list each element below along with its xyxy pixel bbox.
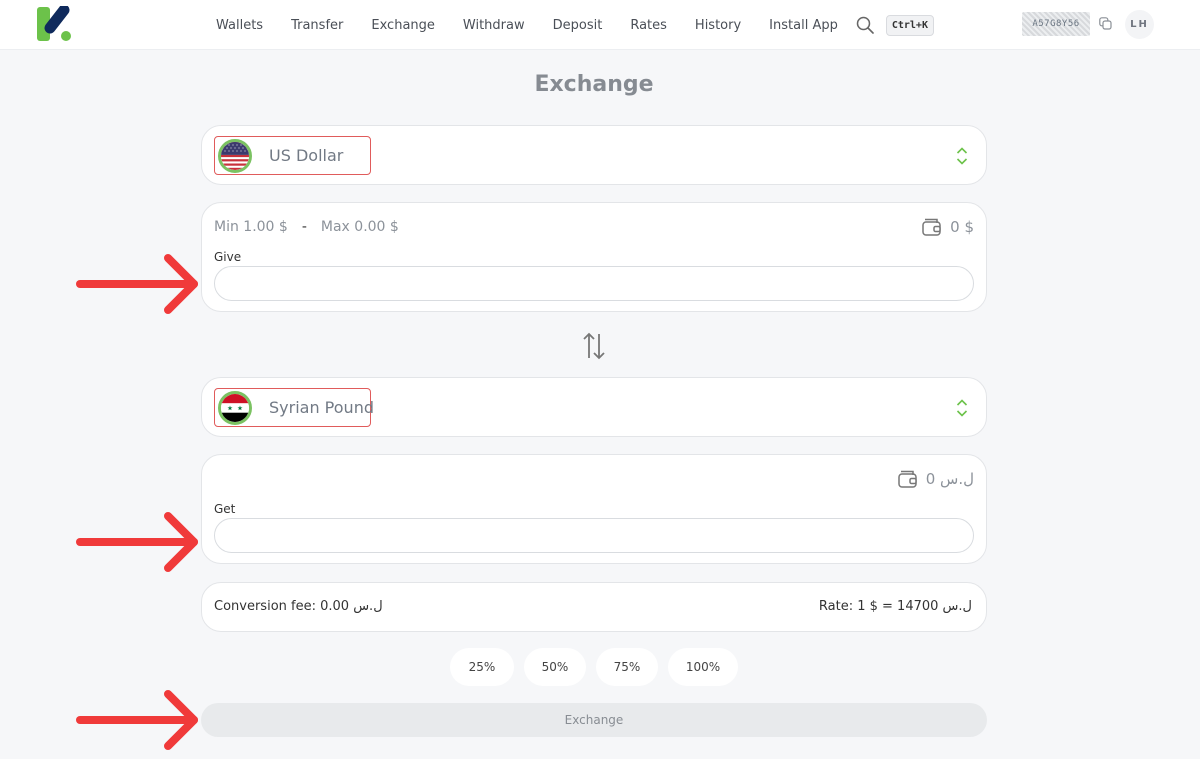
wallet-icon xyxy=(922,218,941,236)
to-currency-selector[interactable]: Syrian Pound xyxy=(201,377,987,437)
account-id: A57G8Y56 xyxy=(1022,12,1090,36)
percent-50-button[interactable]: 50% xyxy=(524,648,586,686)
us-flag-icon xyxy=(218,138,252,173)
copy-icon[interactable] xyxy=(1099,17,1112,30)
top-navigation-bar: Wallets Transfer Exchange Withdraw Depos… xyxy=(0,0,1200,50)
get-amount-input[interactable] xyxy=(214,518,974,553)
percent-100-button[interactable]: 100% xyxy=(668,648,738,686)
exchange-rate: Rate: 1 $ = 14700 ل.س xyxy=(818,599,972,614)
nav-install-app[interactable]: Install App xyxy=(769,18,838,33)
exchange-submit-button[interactable]: Exchange xyxy=(201,703,987,737)
nav-withdraw[interactable]: Withdraw xyxy=(463,18,525,33)
swap-direction-icon[interactable] xyxy=(582,332,606,360)
min-max-limits: Min 1.00 $ - Max 0.00 $ xyxy=(214,219,399,235)
conversion-fee: Conversion fee: 0.00 ل.س xyxy=(214,599,383,614)
to-currency-name: Syrian Pound xyxy=(269,398,374,417)
main-nav: Wallets Transfer Exchange Withdraw Depos… xyxy=(216,0,934,50)
min-limit: Min 1.00 $ xyxy=(214,219,288,235)
percent-25-button[interactable]: 25% xyxy=(450,648,514,686)
from-balance: 0 $ xyxy=(922,218,974,236)
nav-exchange[interactable]: Exchange xyxy=(371,18,435,33)
annotation-arrow-icon xyxy=(76,690,198,750)
from-currency-highlight: US Dollar xyxy=(214,136,371,175)
limit-separator: - xyxy=(301,219,307,235)
nav-transfer[interactable]: Transfer xyxy=(291,18,343,33)
chevron-up-down-icon xyxy=(956,147,968,165)
annotation-arrow-icon xyxy=(76,254,198,314)
from-currency-selector[interactable]: US Dollar xyxy=(201,125,987,185)
max-limit: Max 0.00 $ xyxy=(320,219,399,235)
nav-history[interactable]: History xyxy=(695,18,741,33)
nav-wallets[interactable]: Wallets xyxy=(216,18,263,33)
from-balance-value: 0 $ xyxy=(950,218,974,236)
give-label: Give xyxy=(214,250,242,264)
get-label: Get xyxy=(214,502,236,516)
give-amount-card: Min 1.00 $ - Max 0.00 $ 0 $ Give xyxy=(201,202,987,312)
to-balance-value: ل.س 0 xyxy=(925,470,974,488)
percent-buttons: 25% 50% 75% 100% xyxy=(0,648,1188,686)
wallet-icon xyxy=(897,470,917,488)
from-currency-name: US Dollar xyxy=(269,146,344,165)
app-logo[interactable] xyxy=(36,6,74,42)
syria-flag-icon xyxy=(218,390,252,425)
annotation-arrow-icon xyxy=(76,512,198,572)
nav-deposit[interactable]: Deposit xyxy=(553,18,603,33)
conversion-info-card: Conversion fee: 0.00 ل.س Rate: 1 $ = 147… xyxy=(201,582,987,632)
get-amount-card: ل.س 0 Get xyxy=(201,454,987,564)
search-shortcut-hint[interactable]: Ctrl+K xyxy=(885,14,934,36)
user-avatar[interactable]: LH xyxy=(1125,10,1154,39)
percent-75-button[interactable]: 75% xyxy=(596,648,658,686)
nav-rates[interactable]: Rates xyxy=(630,18,667,33)
page-title: Exchange xyxy=(534,72,654,97)
give-amount-input[interactable] xyxy=(214,266,974,301)
to-currency-highlight: Syrian Pound xyxy=(214,388,374,427)
search-icon[interactable] xyxy=(856,16,874,34)
chevron-up-down-icon xyxy=(956,399,968,417)
to-balance: ل.س 0 xyxy=(897,470,974,488)
